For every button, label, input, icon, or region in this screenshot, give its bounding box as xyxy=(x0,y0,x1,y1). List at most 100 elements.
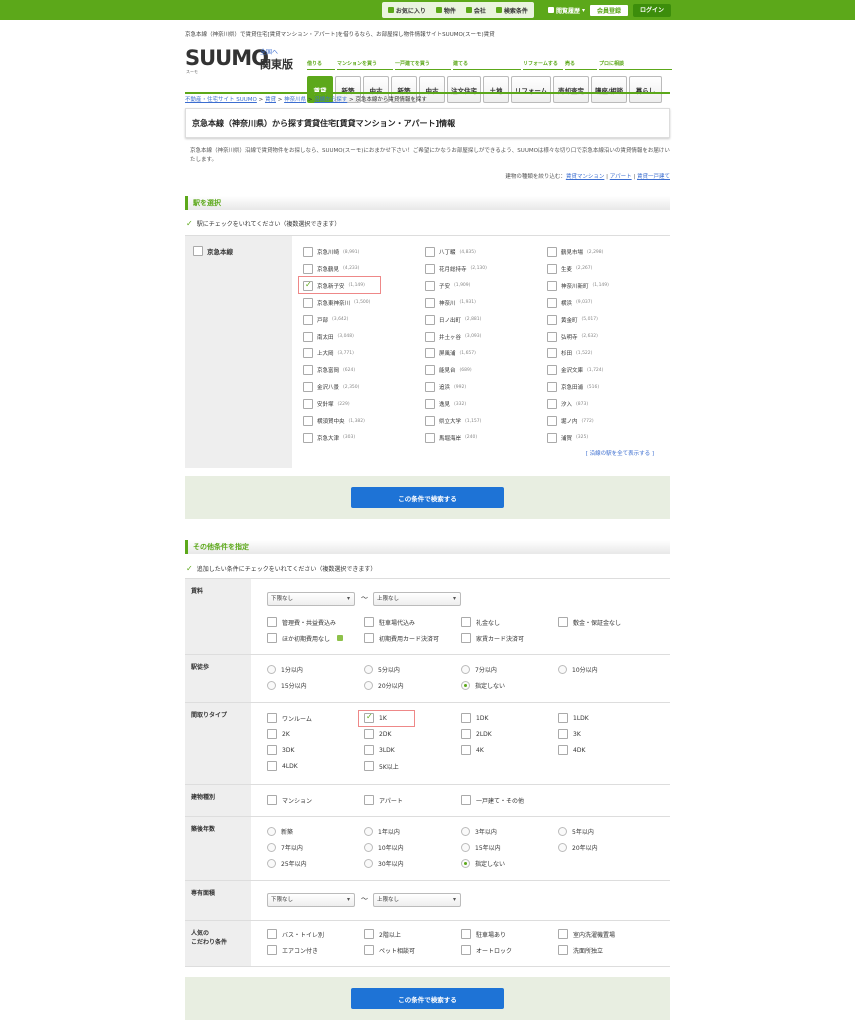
station-option[interactable]: 京急東神奈川 (1,500) xyxy=(303,297,370,308)
station-option[interactable]: 京急川崎 (8,991) xyxy=(303,247,359,257)
station-option[interactable]: 戸部 (3,642) xyxy=(303,314,348,325)
station-option[interactable]: 上大岡 (3,771) xyxy=(303,348,354,359)
checkbox[interactable] xyxy=(303,382,313,393)
checkbox[interactable] xyxy=(547,263,557,274)
breadcrumb-home[interactable]: 不動産・住宅サイト SUUMO xyxy=(185,97,257,103)
checkbox[interactable] xyxy=(558,617,568,627)
checkbox[interactable] xyxy=(267,729,277,739)
checkbox[interactable] xyxy=(364,929,374,939)
station-option[interactable]: 横須賀中央 (1,382) xyxy=(303,416,365,426)
checkbox[interactable] xyxy=(425,399,435,410)
checkbox[interactable] xyxy=(425,416,435,426)
login-button[interactable]: ログイン xyxy=(632,3,671,17)
station-option[interactable]: 屏風浦 (1,657) xyxy=(425,348,476,359)
walk-option[interactable]: 7分以内 xyxy=(461,665,497,674)
station-option[interactable]: 井土ヶ谷 (3,093) xyxy=(425,331,481,342)
rent-option[interactable]: 敷金・保証金なし xyxy=(558,617,621,627)
show-all-stations-link[interactable]: [ 沿線の駅を全て表示する ] xyxy=(586,449,654,457)
checkbox[interactable] xyxy=(558,713,568,723)
checkbox[interactable] xyxy=(547,382,557,393)
checkbox[interactable] xyxy=(364,761,374,771)
layout-option[interactable]: 2DK xyxy=(364,729,391,739)
rent-max-select[interactable]: 上限なし xyxy=(373,592,461,606)
age-option[interactable]: 新築 xyxy=(267,827,293,836)
station-option[interactable]: 弘明寺 (2,632) xyxy=(547,331,598,342)
layout-option[interactable]: 1DK xyxy=(461,713,488,723)
conditions-link[interactable]: 検索条件 xyxy=(495,6,528,15)
checkbox[interactable] xyxy=(558,729,568,739)
search-button[interactable]: この条件で検索する xyxy=(351,487,504,508)
station-option[interactable]: 金沢八景 (2,350) xyxy=(303,382,359,393)
suumo-logo[interactable]: SUUMO xyxy=(185,46,269,70)
checkbox[interactable] xyxy=(558,745,568,755)
station-option[interactable]: 黄金町 (5,017) xyxy=(547,314,598,325)
station-option[interactable]: 堀ノ内 (772) xyxy=(547,416,594,426)
nav-land[interactable]: 土地 xyxy=(483,76,509,103)
station-option[interactable]: 汐入 (873) xyxy=(547,399,588,410)
checkbox[interactable] xyxy=(461,729,471,739)
checkbox[interactable] xyxy=(558,945,568,955)
breadcrumb-rent[interactable]: 賃貸 xyxy=(265,97,276,103)
radio[interactable] xyxy=(461,681,470,690)
radio[interactable] xyxy=(461,859,470,868)
radio[interactable] xyxy=(364,859,373,868)
rent-option[interactable]: 家賃カード決済可 xyxy=(461,633,524,643)
radio[interactable] xyxy=(558,843,567,852)
company-link[interactable]: 会社 xyxy=(465,6,486,15)
walk-option[interactable]: 1分以内 xyxy=(267,665,303,674)
rent-option[interactable]: 管理費・共益費込み xyxy=(267,617,336,627)
station-option[interactable]: 県立大学 (1,157) xyxy=(425,416,481,426)
checkbox[interactable] xyxy=(461,745,471,755)
age-option[interactable]: 25年以内 xyxy=(267,859,307,868)
station-option[interactable]: 神奈川 (1,931) xyxy=(425,297,476,308)
layout-option[interactable]: 3DK xyxy=(267,745,294,755)
rent-option[interactable]: 礼金なし xyxy=(461,617,500,627)
checkbox[interactable] xyxy=(425,348,435,359)
station-option[interactable]: 花月総持寺 (2,130) xyxy=(425,263,487,274)
nav-sell-estimate[interactable]: 売却査定 xyxy=(553,76,589,103)
station-option[interactable]: 京急田浦 (516) xyxy=(547,382,599,393)
station-option[interactable]: 浦賀 (325) xyxy=(547,432,588,443)
layout-option[interactable]: 1LDK xyxy=(558,713,589,723)
popular-option[interactable]: 2階以上 xyxy=(364,929,401,939)
walk-option[interactable]: 10分以内 xyxy=(558,665,598,674)
checkbox[interactable] xyxy=(303,280,313,291)
station-option[interactable]: 安針塚 (229) xyxy=(303,399,350,410)
nav-living[interactable]: 暮らし xyxy=(629,76,662,103)
checkbox[interactable] xyxy=(267,633,277,643)
favorites-link[interactable]: お気に入り xyxy=(387,6,426,15)
filter-apart-link[interactable]: アパート xyxy=(610,174,632,180)
checkbox[interactable] xyxy=(364,729,374,739)
station-option[interactable]: 追浜 (992) xyxy=(425,382,466,393)
layout-option[interactable]: 4K xyxy=(461,745,484,755)
rent-option[interactable]: 駐車場代込み xyxy=(364,617,415,627)
radio[interactable] xyxy=(267,665,276,674)
radio[interactable] xyxy=(267,843,276,852)
nav-reform[interactable]: リフォーム xyxy=(511,76,551,103)
checkbox[interactable] xyxy=(303,348,313,359)
checkbox[interactable] xyxy=(425,432,435,443)
layout-option[interactable]: 1K xyxy=(364,712,387,723)
checkbox[interactable] xyxy=(461,617,471,627)
property-link[interactable]: 物件 xyxy=(435,6,456,15)
walk-option[interactable]: 5分以内 xyxy=(364,665,400,674)
building-option[interactable]: アパート xyxy=(364,795,403,805)
station-option[interactable]: 京急富岡 (624) xyxy=(303,365,355,376)
radio[interactable] xyxy=(364,827,373,836)
rent-option[interactable]: 初期費用カード決済可 xyxy=(364,633,439,643)
layout-option[interactable]: 2K xyxy=(267,729,290,739)
age-option[interactable]: 3年以内 xyxy=(461,827,497,836)
checkbox[interactable] xyxy=(461,945,471,955)
checkbox[interactable] xyxy=(425,263,435,274)
checkbox[interactable] xyxy=(461,633,471,643)
station-option[interactable]: 京急大津 (303) xyxy=(303,432,355,443)
checkbox[interactable] xyxy=(303,314,313,325)
checkbox[interactable] xyxy=(303,247,313,257)
station-option[interactable]: 子安 (1,909) xyxy=(425,280,470,291)
station-option[interactable]: 鶴見市場 (2,298) xyxy=(547,247,603,257)
checkbox[interactable] xyxy=(364,633,374,643)
history-link[interactable]: 閲覧履歴 ▾ xyxy=(547,6,585,15)
filter-mansion-link[interactable]: 賃貸マンション xyxy=(566,174,605,180)
checkbox[interactable] xyxy=(364,945,374,955)
checkbox[interactable] xyxy=(267,945,277,955)
